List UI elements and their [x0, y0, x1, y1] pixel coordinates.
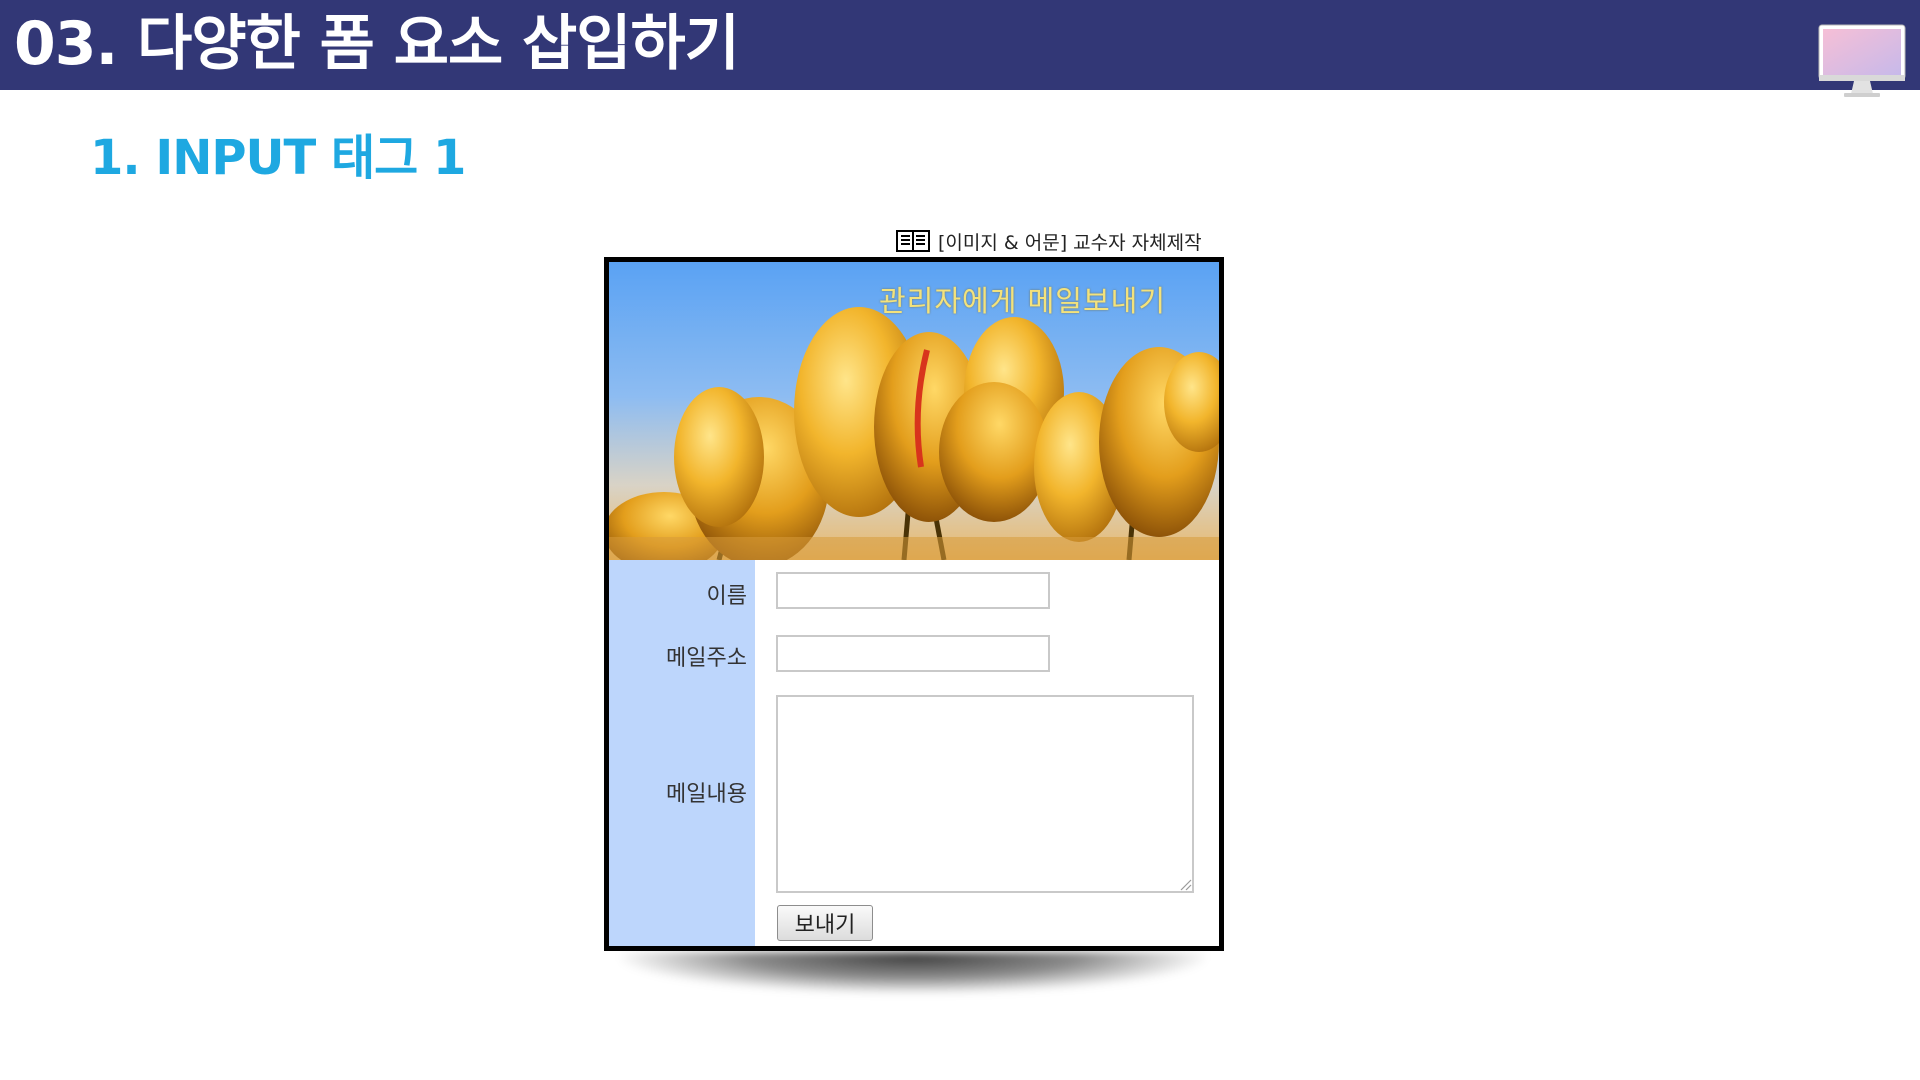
banner-title: 관리자에게 메일보내기 [879, 284, 1167, 318]
frame-shadow [620, 952, 1206, 994]
caption-text: [이미지 & 어문] 교수자 자체제작 [938, 231, 1202, 254]
resize-grip-icon[interactable] [1178, 877, 1192, 891]
section-subtitle: 1. INPUT 태그 1 [90, 130, 466, 186]
content-label: 메일내용 [666, 782, 747, 807]
send-button[interactable]: 보내기 [777, 905, 873, 941]
page-title: 03. 다양한 폼 요소 삽입하기 [14, 9, 740, 79]
form-example-frame: 관리자에게 메일보내기 이름 메일주소 메일내용 보내기 [604, 257, 1224, 951]
name-input[interactable] [776, 572, 1050, 609]
form-label-column: 이름 메일주소 메일내용 [609, 560, 755, 946]
header-bar: 03. 다양한 폼 요소 삽입하기 [0, 0, 1920, 97]
image-caption: [이미지 & 어문] 교수자 자체제작 [896, 228, 1202, 254]
message-textarea[interactable] [776, 695, 1194, 893]
email-label: 메일주소 [666, 646, 747, 671]
email-input[interactable] [776, 635, 1050, 672]
name-label: 이름 [706, 584, 747, 609]
book-icon [896, 230, 930, 252]
monitor-icon [1818, 24, 1906, 97]
